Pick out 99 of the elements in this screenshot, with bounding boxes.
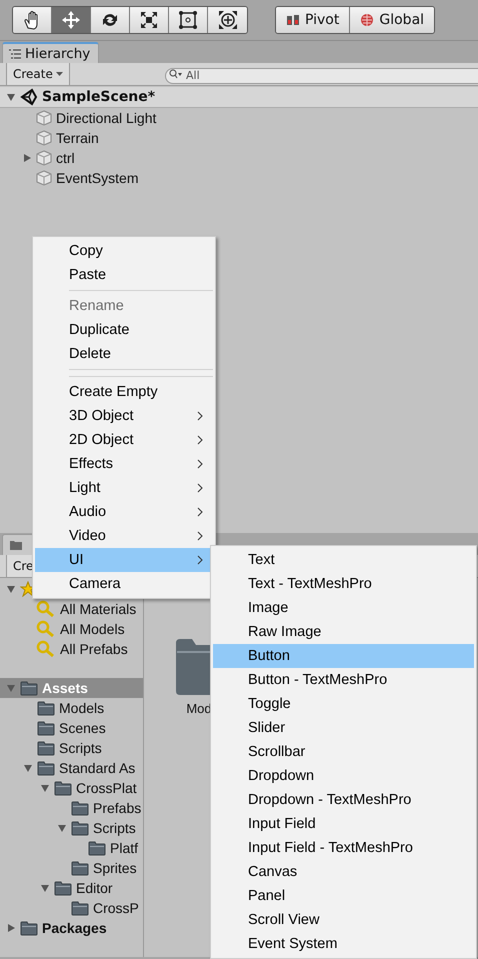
menu-item[interactable]: Light: [35, 476, 213, 500]
folder-icon: [37, 700, 55, 716]
caret-icon: [56, 72, 63, 76]
menu-item[interactable]: Text: [213, 548, 474, 572]
rect-tool-icon: [178, 10, 198, 30]
tree-item[interactable]: Packages: [0, 918, 143, 938]
move-tool-icon: [61, 10, 81, 30]
tree-item[interactable]: Platf: [0, 838, 143, 858]
hierarchy-tab[interactable]: Hierarchy: [2, 42, 100, 63]
tree-item[interactable]: Standard As: [0, 758, 143, 778]
global-button[interactable]: Global: [350, 7, 434, 33]
hierarchy-item[interactable]: Terrain: [0, 128, 478, 148]
tree-item[interactable]: Scenes: [0, 718, 143, 738]
search-icon: [36, 600, 56, 618]
menu-item[interactable]: Toggle: [213, 692, 474, 716]
hierarchy-item[interactable]: ctrl: [0, 148, 478, 168]
menu-item[interactable]: Scrollbar: [213, 740, 474, 764]
favorite-item[interactable]: All Materials: [0, 599, 143, 619]
menu-item[interactable]: Copy: [35, 239, 213, 263]
menu-item[interactable]: Button: [213, 644, 474, 668]
hierarchy-item[interactable]: Directional Light: [0, 108, 478, 128]
menu-item[interactable]: Duplicate: [35, 318, 213, 342]
menu-item[interactable]: Canvas: [213, 860, 474, 884]
list-icon: [9, 48, 21, 58]
expanded-arrow-icon[interactable]: [57, 823, 67, 833]
globe-icon: [360, 13, 374, 27]
cube-icon: [36, 110, 52, 126]
scale-tool-button[interactable]: [130, 7, 169, 33]
menu-item[interactable]: UI: [35, 548, 213, 572]
tree-item[interactable]: CrossPlat: [0, 778, 143, 798]
folder-icon: [54, 780, 72, 796]
menu-item[interactable]: Input Field - TextMeshPro: [213, 836, 474, 860]
menu-item[interactable]: Paste: [35, 263, 213, 287]
search-field[interactable]: All: [165, 68, 478, 84]
scale-tool-icon: [139, 10, 159, 30]
collapsed-arrow-icon[interactable]: [6, 923, 16, 933]
folder-icon: [71, 860, 89, 876]
folder-icon: [9, 539, 23, 551]
folder-icon: [88, 840, 106, 856]
favorite-item[interactable]: All Prefabs: [0, 639, 143, 659]
tree-item[interactable]: Scripts: [0, 818, 143, 838]
expanded-arrow-icon[interactable]: [40, 783, 50, 793]
menu-item[interactable]: Create Empty: [35, 380, 213, 404]
unity-logo-icon: [20, 88, 38, 106]
favorite-item[interactable]: All Models: [0, 619, 143, 639]
folder-icon: [54, 880, 72, 896]
pivot-icon: [286, 14, 300, 26]
expanded-arrow-icon[interactable]: [23, 763, 33, 773]
move-tool-button[interactable]: [52, 7, 91, 33]
menu-item[interactable]: Image: [213, 596, 474, 620]
menu-item[interactable]: Delete: [35, 342, 213, 366]
tree-item[interactable]: Models: [0, 698, 143, 718]
cube-icon: [36, 170, 52, 186]
menu-item[interactable]: Event System: [213, 932, 474, 956]
menu-item[interactable]: Panel: [213, 884, 474, 908]
tree-item[interactable]: Sprites: [0, 858, 143, 878]
tree-item[interactable]: Scripts: [0, 738, 143, 758]
expanded-arrow-icon[interactable]: [6, 92, 16, 102]
menu-item[interactable]: Button - TextMeshPro: [213, 668, 474, 692]
folder-icon: [20, 680, 38, 696]
create-dropdown[interactable]: Create: [6, 63, 70, 85]
menu-item[interactable]: Slider: [213, 716, 474, 740]
folder-icon: [20, 920, 38, 936]
rect-tool-button[interactable]: [169, 7, 208, 33]
menu-item[interactable]: Input Field: [213, 812, 474, 836]
hierarchy-item[interactable]: EventSystem: [0, 168, 478, 188]
menu-item[interactable]: Dropdown: [213, 764, 474, 788]
cube-icon: [36, 150, 52, 166]
collapsed-arrow-icon[interactable]: [22, 153, 32, 163]
menu-item[interactable]: Audio: [35, 500, 213, 524]
menu-item[interactable]: Scroll View: [213, 908, 474, 932]
expanded-arrow-icon[interactable]: [40, 883, 50, 893]
scene-row[interactable]: SampleScene*: [0, 87, 478, 108]
cube-icon: [36, 130, 52, 146]
rotate-tool-button[interactable]: [91, 7, 130, 33]
hand-tool-button[interactable]: [13, 7, 52, 33]
folder-icon: [71, 900, 89, 916]
folder-icon: [37, 740, 55, 756]
folder-icon: [37, 720, 55, 736]
tree-item[interactable]: Prefabs: [0, 798, 143, 818]
menu-item[interactable]: 2D Object: [35, 428, 213, 452]
tree-item[interactable]: CrossP: [0, 898, 143, 918]
menu-item[interactable]: Raw Image: [213, 620, 474, 644]
menu-item[interactable]: 3D Object: [35, 404, 213, 428]
menu-item[interactable]: Effects: [35, 452, 213, 476]
search-icon: [36, 620, 56, 638]
folder-icon: [37, 760, 55, 776]
transform-tool-button[interactable]: [208, 7, 247, 33]
tree-item[interactable]: Editor: [0, 878, 143, 898]
transform-tool-icon: [218, 10, 238, 30]
search-icon: [169, 69, 183, 79]
folder-icon: [71, 820, 89, 836]
folder-icon: [71, 800, 89, 816]
search-icon: [36, 640, 56, 658]
menu-item[interactable]: Video: [35, 524, 213, 548]
pivot-button[interactable]: Pivot: [276, 7, 350, 33]
menu-item[interactable]: Text - TextMeshPro: [213, 572, 474, 596]
menu-item[interactable]: Dropdown - TextMeshPro: [213, 788, 474, 812]
expanded-arrow-icon[interactable]: [6, 584, 16, 594]
